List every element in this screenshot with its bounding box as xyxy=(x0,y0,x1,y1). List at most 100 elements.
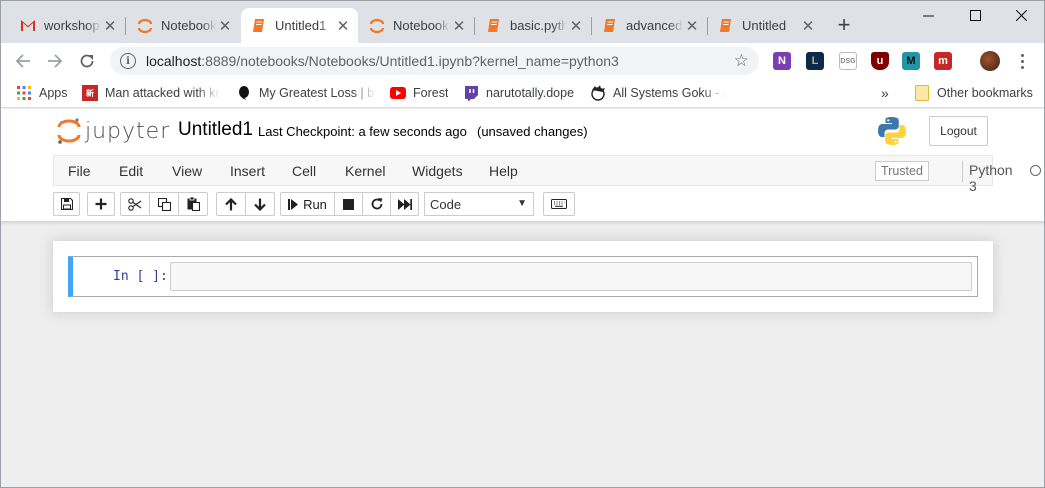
profile-avatar[interactable] xyxy=(980,51,1000,71)
tab-close-icon[interactable]: ✕ xyxy=(101,17,119,35)
jupyter-logo-icon xyxy=(57,118,81,144)
kernel-name: Python 3 xyxy=(969,162,1013,194)
menu-view[interactable]: View xyxy=(172,163,202,179)
ublock-icon[interactable]: u xyxy=(871,52,889,70)
restart-button[interactable] xyxy=(362,192,391,216)
jupyter-icon xyxy=(369,18,385,34)
paste-button[interactable] xyxy=(178,192,208,216)
arrow-up-icon xyxy=(225,197,237,210)
menu-help[interactable]: Help xyxy=(489,163,518,179)
menu-kernel[interactable]: Kernel xyxy=(345,163,385,179)
browser-menu-icon[interactable] xyxy=(1014,52,1030,70)
tab-untitled1[interactable]: Untitled1 ✕ xyxy=(241,8,358,43)
forward-arrow-icon xyxy=(48,54,63,68)
tab-basic[interactable]: basic.pyth ✕ xyxy=(476,8,592,43)
run-group: Run xyxy=(280,192,419,216)
menu-widgets[interactable]: Widgets xyxy=(412,163,463,179)
notebook-icon xyxy=(602,18,618,34)
m-icon[interactable]: M xyxy=(902,52,920,70)
kernel-divider xyxy=(962,161,963,182)
tab-separator xyxy=(125,17,126,35)
minimize-button[interactable] xyxy=(905,0,951,30)
new-tab-button[interactable]: + xyxy=(832,14,856,38)
arrow-down-icon xyxy=(254,198,266,211)
tab-notebook-2[interactable]: Notebook ✕ xyxy=(359,8,475,43)
url-path: :8889/notebooks/Notebooks/Untitled1.ipyn… xyxy=(201,53,619,69)
tab-notebook-1[interactable]: Notebook ✕ xyxy=(127,8,240,43)
address-bar[interactable]: i localhost:8889/notebooks/Notebooks/Unt… xyxy=(110,47,759,75)
tab-close-icon[interactable]: ✕ xyxy=(216,17,234,35)
tab-title: Notebook xyxy=(161,18,216,33)
bookmark-label: narutotally.dope xyxy=(486,86,575,100)
trusted-indicator[interactable]: Trusted xyxy=(875,161,929,181)
menu-file[interactable]: File xyxy=(68,163,91,179)
gmail-icon xyxy=(20,18,36,34)
bookmark-news[interactable]: 新 Man attacked with kn xyxy=(82,84,220,102)
menu-insert[interactable]: Insert xyxy=(230,163,265,179)
tab-title: workshop xyxy=(44,18,100,33)
tab-gmail[interactable]: workshop ✕ xyxy=(10,8,126,43)
forward-button[interactable] xyxy=(43,49,67,73)
move-up-button[interactable] xyxy=(216,192,246,216)
paste-icon xyxy=(187,197,200,211)
run-button[interactable]: Run xyxy=(280,192,335,216)
mega-icon[interactable]: m xyxy=(934,52,952,70)
menu-edit[interactable]: Edit xyxy=(119,163,143,179)
bookmark-apps[interactable]: Apps xyxy=(16,84,68,102)
copy-button[interactable] xyxy=(149,192,179,216)
tab-close-icon[interactable]: ✕ xyxy=(683,17,701,35)
close-window-button[interactable] xyxy=(998,0,1044,30)
bookmark-forest[interactable]: Forest xyxy=(390,84,448,102)
restart-run-all-button[interactable] xyxy=(390,192,419,216)
onenote-icon[interactable]: N xyxy=(773,52,791,70)
reload-button[interactable] xyxy=(75,49,99,73)
tab-close-icon[interactable]: ✕ xyxy=(567,17,585,35)
lol-icon[interactable]: L xyxy=(806,52,824,70)
youtube-icon xyxy=(390,85,406,101)
browser-toolbar: i localhost:8889/notebooks/Notebooks/Unt… xyxy=(0,43,1045,79)
checkpoint-status: Last Checkpoint: a few seconds ago xyxy=(258,124,467,139)
notebook-icon xyxy=(251,18,267,34)
bookmarks-overflow-button[interactable]: » xyxy=(881,84,889,102)
tab-separator xyxy=(474,17,475,35)
bookmark-star-icon[interactable]: ☆ xyxy=(734,51,749,71)
bookmark-goku[interactable]: All Systems Goku - Al xyxy=(590,84,725,102)
keyboard-icon xyxy=(551,199,567,209)
bookmark-medium[interactable]: My Greatest Loss | by xyxy=(236,84,376,102)
code-cell[interactable]: In [ ]: xyxy=(68,256,978,297)
logout-button[interactable]: Logout xyxy=(929,116,988,146)
tab-advanced[interactable]: advanced ✕ xyxy=(592,8,708,43)
tab-close-icon[interactable]: ✕ xyxy=(334,17,352,35)
dsg-icon[interactable]: DSG xyxy=(839,52,857,70)
notebook-menubar: File Edit View Insert Cell Kernel Widget… xyxy=(53,155,1041,194)
bookmark-label: Other bookmarks xyxy=(937,86,1033,100)
code-input-area[interactable] xyxy=(170,262,972,291)
cut-button[interactable] xyxy=(120,192,150,216)
tab-close-icon[interactable]: ✕ xyxy=(799,17,817,35)
cell-type-value: Code xyxy=(430,196,462,212)
cell-type-select[interactable]: Code ▼ xyxy=(424,192,534,216)
move-group xyxy=(216,192,275,216)
move-down-button[interactable] xyxy=(245,192,275,216)
interrupt-button[interactable] xyxy=(334,192,363,216)
bookmark-twitch[interactable]: narutotally.dope xyxy=(463,84,574,102)
other-bookmarks[interactable]: Other bookmarks xyxy=(914,84,1033,102)
tab-title: Untitled1 xyxy=(275,18,327,33)
kernel-idle-icon xyxy=(1030,165,1041,176)
insert-cell-button[interactable] xyxy=(87,192,115,216)
url-text[interactable]: localhost:8889/notebooks/Notebooks/Untit… xyxy=(146,53,619,69)
command-palette-button[interactable] xyxy=(543,192,575,216)
clipboard-group xyxy=(120,192,208,216)
info-icon[interactable]: i xyxy=(120,53,136,69)
menu-cell[interactable]: Cell xyxy=(292,163,316,179)
maximize-button[interactable] xyxy=(952,0,998,30)
unsaved-status: (unsaved changes) xyxy=(477,124,588,139)
jupyter-logo[interactable]: jupyter xyxy=(57,117,170,145)
bookmark-label: Man attacked with kn xyxy=(105,86,220,100)
save-button[interactable] xyxy=(53,192,80,216)
stop-icon xyxy=(343,198,354,210)
tab-close-icon[interactable]: ✕ xyxy=(450,17,468,35)
back-button[interactable] xyxy=(11,49,35,73)
notebook-name[interactable]: Untitled1 xyxy=(178,119,253,141)
tab-untitled[interactable]: Untitled ✕ xyxy=(708,8,823,43)
